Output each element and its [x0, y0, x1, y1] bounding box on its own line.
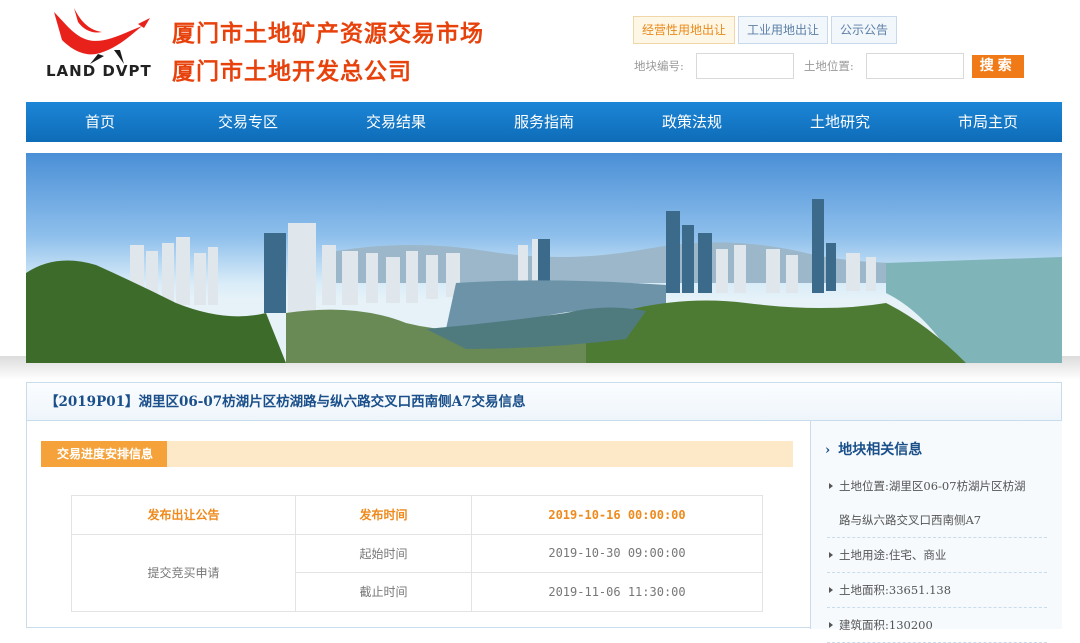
related-info-title-text: 地块相关信息: [838, 442, 923, 458]
schedule-table: 发布出让公告 发布时间 2019-10-16 00:00:00 提交竞买申请 起…: [71, 495, 763, 612]
city-panorama-banner: [26, 153, 1062, 363]
submit-application-cell: 提交竞买申请: [71, 533, 296, 612]
list-item: 土地面积:33651.138: [827, 573, 1047, 608]
transaction-info-panel: 【2019P01】湖里区06-07枋湖片区枋湖路与纵六路交叉口西南侧A7交易信息…: [26, 382, 1062, 643]
main-nav: 首页 交易专区 交易结果 服务指南 政策法规 土地研究 市局主页: [26, 102, 1062, 142]
publish-time-value-cell: 2019-10-16 00:00:00: [471, 495, 763, 535]
nav-bureau-home[interactable]: 市局主页: [914, 102, 1062, 142]
search-button[interactable]: 搜索: [971, 54, 1024, 78]
tab-industrial-land[interactable]: 工业用地出让: [738, 16, 829, 44]
city-skyline-image: [26, 199, 1062, 363]
table-row: 发布出让公告 发布时间 2019-10-16 00:00:00: [71, 495, 763, 535]
schedule-section: 交易进度安排信息 发布出让公告 发布时间 2019-10-16 00:00:00…: [27, 421, 810, 629]
start-time-value-cell: 2019-10-30 09:00:00: [471, 533, 763, 573]
nav-home[interactable]: 首页: [26, 102, 174, 142]
chevron-right-icon: ›: [825, 443, 831, 458]
nav-policy-regulations[interactable]: 政策法规: [618, 102, 766, 142]
publish-time-label-cell: 发布时间: [295, 495, 472, 535]
site-title-secondary: 厦门市土地开发总公司: [172, 59, 412, 85]
category-tabs: 经营性用地出让 工业用地出让 公示公告: [633, 16, 898, 44]
land-location-label: 土地位置:: [803, 59, 854, 73]
list-item: 土地用途:住宅、商业: [827, 538, 1047, 573]
end-time-value-cell: 2019-11-06 11:30:00: [471, 572, 763, 612]
search-bar: 地块编号: 土地位置: 搜索: [634, 53, 1024, 79]
plot-number-label: 地块编号:: [634, 59, 684, 73]
land-location-input[interactable]: [865, 53, 964, 79]
site-title-primary: 厦门市土地矿产资源交易市场: [172, 21, 484, 47]
logo-text: LAND DVPT: [46, 62, 152, 80]
plot-number-input[interactable]: [695, 53, 794, 79]
end-time-label-cell: 截止时间: [295, 572, 472, 612]
tab-announcements[interactable]: 公示公告: [831, 16, 898, 44]
table-row: 提交竞买申请 起始时间 2019-10-30 09:00:00: [71, 533, 763, 612]
progress-tag: 交易进度安排信息: [41, 441, 168, 467]
related-info-title: › 地块相关信息: [825, 439, 922, 459]
tab-commercial-land[interactable]: 经营性用地出让: [633, 16, 736, 44]
nav-land-research[interactable]: 土地研究: [766, 102, 914, 142]
nav-service-guide[interactable]: 服务指南: [470, 102, 618, 142]
transaction-title: 【2019P01】湖里区06-07枋湖片区枋湖路与纵六路交叉口西南侧A7交易信息: [27, 383, 1061, 421]
publish-announcement-cell: 发布出让公告: [71, 495, 296, 535]
nav-trading-results[interactable]: 交易结果: [322, 102, 470, 142]
nav-trading-zone[interactable]: 交易专区: [174, 102, 322, 142]
progress-header-bar: 交易进度安排信息: [41, 441, 793, 467]
list-item: 路与纵六路交叉口西南侧A7: [827, 503, 1047, 538]
start-time-label-cell: 起始时间: [295, 533, 472, 573]
related-info-list: 土地位置:湖里区06-07枋湖片区枋湖 路与纵六路交叉口西南侧A7 土地用途:住…: [827, 469, 1047, 643]
related-info-sidebar: › 地块相关信息 土地位置:湖里区06-07枋湖片区枋湖 路与纵六路交叉口西南侧A…: [810, 421, 1062, 643]
list-item: 土地位置:湖里区06-07枋湖片区枋湖: [827, 469, 1047, 503]
list-item: 建筑面积:130200: [827, 608, 1047, 643]
site-header: LAND DVPT 厦门市土地矿产资源交易市场 厦门市土地开发总公司 经营性用地…: [0, 0, 1080, 100]
